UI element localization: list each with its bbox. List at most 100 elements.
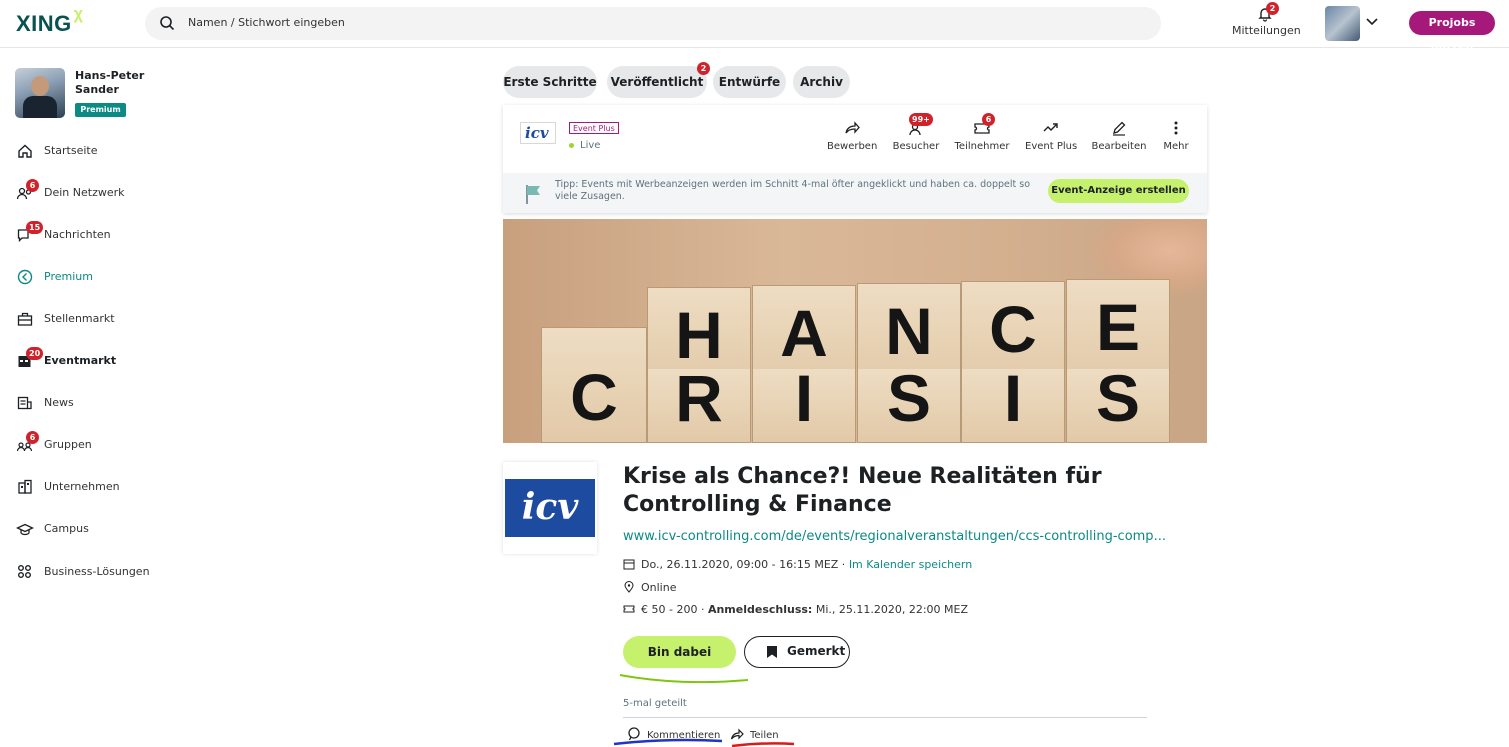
icv-logo-small: icv xyxy=(520,122,556,144)
home-icon xyxy=(18,144,32,158)
tab-entwuerfe[interactable]: Entwürfe xyxy=(713,66,786,98)
cube-bottom-6: S xyxy=(1066,365,1170,443)
profile-name[interactable]: Hans-Peter Sander xyxy=(75,69,155,97)
notifications-button[interactable]: 2 Mitteilungen xyxy=(1232,2,1301,37)
top-bar: XINGᵡ Namen / Stichwort eingeben 2 Mitte… xyxy=(0,0,1509,53)
event-hero-image: H A N C E C R I S I S xyxy=(503,219,1207,443)
sidebar-item-label: Dein Netzwerk xyxy=(44,186,125,199)
sidebar-item-netzwerk[interactable]: 6 Dein Netzwerk xyxy=(16,179,216,204)
share-arrow-icon xyxy=(845,121,860,134)
live-dot-icon xyxy=(569,142,574,148)
sidebar-item-label: Campus xyxy=(44,522,89,535)
cube-bottom-4: S xyxy=(857,365,961,443)
premium-badge: Premium xyxy=(75,103,126,117)
more-icon xyxy=(1174,121,1178,135)
comment-icon xyxy=(628,727,640,741)
sidebar-item-label: Startseite xyxy=(44,144,98,157)
action-besucher[interactable]: 99+ Besucher xyxy=(891,113,941,152)
sidebar-item-label: Unternehmen xyxy=(44,480,120,493)
sidebar-item-label: Eventmarkt xyxy=(44,354,117,367)
sidebar-item-label: Premium xyxy=(44,270,93,283)
sidebar-item-label: News xyxy=(44,396,74,409)
visitors-icon: 99+ xyxy=(907,113,933,137)
sidebar-item-startseite[interactable]: Startseite xyxy=(16,140,216,162)
building-icon xyxy=(18,479,32,494)
cube-bottom-2: R xyxy=(647,365,751,443)
news-icon xyxy=(17,396,32,410)
search-icon xyxy=(160,16,175,31)
event-plus-tag: Event Plus xyxy=(569,122,619,134)
cube-bottom-5: I xyxy=(961,365,1065,443)
tab-label: Veröffentlicht xyxy=(610,75,704,89)
live-status: Live xyxy=(569,140,600,151)
notifications-badge: 2 xyxy=(1266,2,1279,15)
sidebar-item-premium[interactable]: Premium xyxy=(16,266,216,288)
action-bewerben[interactable]: Bewerben xyxy=(827,119,877,152)
divider xyxy=(623,717,1147,718)
tip-banner: Tipp: Events mit Werbeanzeigen werden im… xyxy=(503,173,1207,213)
groups-badge: 6 xyxy=(26,431,39,444)
bell-icon: 2 xyxy=(1257,2,1279,22)
create-event-ad-button[interactable]: Event-Anzeige erstellen xyxy=(1048,179,1189,203)
share-icon xyxy=(730,728,744,740)
attend-button[interactable]: Bin dabei xyxy=(623,636,736,668)
messages-badge: 15 xyxy=(26,221,44,234)
sidebar-item-campus[interactable]: Campus xyxy=(16,518,216,540)
action-event-plus[interactable]: Event Plus xyxy=(1025,119,1077,152)
trend-icon xyxy=(1043,123,1058,132)
event-title: Krise als Chance?! Neue Realitäten für C… xyxy=(623,464,1102,517)
tab-veroeffentlicht[interactable]: Veröffentlicht 2 xyxy=(607,62,710,98)
eventmarkt-badge: 20 xyxy=(26,347,44,360)
search-input[interactable]: Namen / Stichwort eingeben xyxy=(145,7,1161,40)
sidebar-item-gruppen[interactable]: 6 Gruppen xyxy=(16,431,216,456)
comment-button[interactable]: Kommentieren xyxy=(627,727,720,741)
event-date-row: Do., 26.11.2020, 09:00 - 16:15 MEZ · Im … xyxy=(623,558,972,571)
event-url-link[interactable]: www.icv-controlling.com/de/events/region… xyxy=(623,529,1166,544)
briefcase-icon xyxy=(17,312,33,326)
cube-bottom-3: I xyxy=(752,365,856,443)
action-mehr[interactable]: Mehr xyxy=(1161,119,1191,152)
sidebar-item-nachrichten[interactable]: 15 Nachrichten xyxy=(16,221,216,246)
sidebar-item-label: Stellenmarkt xyxy=(44,312,115,325)
graduation-cap-icon xyxy=(16,523,34,536)
sidebar-item-news[interactable]: News xyxy=(16,392,216,414)
network-badge: 6 xyxy=(26,179,39,192)
calendar-small-icon xyxy=(623,559,635,570)
sidebar-item-label: Gruppen xyxy=(44,438,92,451)
premium-icon xyxy=(17,269,33,285)
tab-badge: 2 xyxy=(697,62,710,75)
user-avatar[interactable] xyxy=(1325,6,1360,41)
ticket-small-icon xyxy=(623,605,635,613)
tab-archiv[interactable]: Archiv xyxy=(793,66,850,98)
share-button[interactable]: Teilen xyxy=(730,727,779,741)
event-management-card: icv Event Plus Live Bewerben 99+ Besuche… xyxy=(503,105,1207,213)
grid-icon xyxy=(18,565,31,578)
icv-logo-large: icv xyxy=(503,462,597,554)
xing-logo[interactable]: XINGᵡ xyxy=(16,4,83,38)
sidebar-item-business[interactable]: Business-Lösungen xyxy=(16,561,216,583)
visitors-badge: 99+ xyxy=(909,113,933,126)
event-location-row: Online xyxy=(623,581,676,594)
sidebar-item-eventmarkt[interactable]: 20 Eventmarkt xyxy=(16,347,216,372)
notifications-label: Mitteilungen xyxy=(1232,24,1301,37)
event-price-row: € 50 - 200 · Anmeldeschluss: Mi., 25.11.… xyxy=(623,603,968,616)
tip-text: Tipp: Events mit Werbeanzeigen werden im… xyxy=(555,179,1031,202)
action-bearbeiten[interactable]: Bearbeiten xyxy=(1091,119,1147,152)
profile-avatar[interactable] xyxy=(15,68,65,118)
sidebar-item-label: Nachrichten xyxy=(44,228,111,241)
participants-badge: 6 xyxy=(982,113,995,126)
chevron-down-icon[interactable] xyxy=(1366,16,1378,28)
sidebar-item-unternehmen[interactable]: Unternehmen xyxy=(16,476,216,498)
sidebar-item-label: Business-Lösungen xyxy=(44,565,150,578)
projobs-button[interactable]: Projobs nutzen xyxy=(1409,11,1495,53)
xing-x-icon: ᵡ xyxy=(73,4,84,31)
bookmark-button[interactable]: Gemerkt xyxy=(744,636,850,668)
share-count: 5-mal geteilt xyxy=(623,698,687,709)
save-to-calendar-link[interactable]: Im Kalender speichern xyxy=(849,558,972,571)
action-teilnehmer[interactable]: 6 Teilnehmer xyxy=(953,113,1011,152)
tab-erste-schritte[interactable]: Erste Schritte xyxy=(503,66,597,98)
location-pin-icon xyxy=(624,581,634,593)
sidebar-item-stellenmarkt[interactable]: Stellenmarkt xyxy=(16,308,216,330)
cube-bottom-1: C xyxy=(541,327,647,443)
ticket-icon: 6 xyxy=(973,113,995,137)
